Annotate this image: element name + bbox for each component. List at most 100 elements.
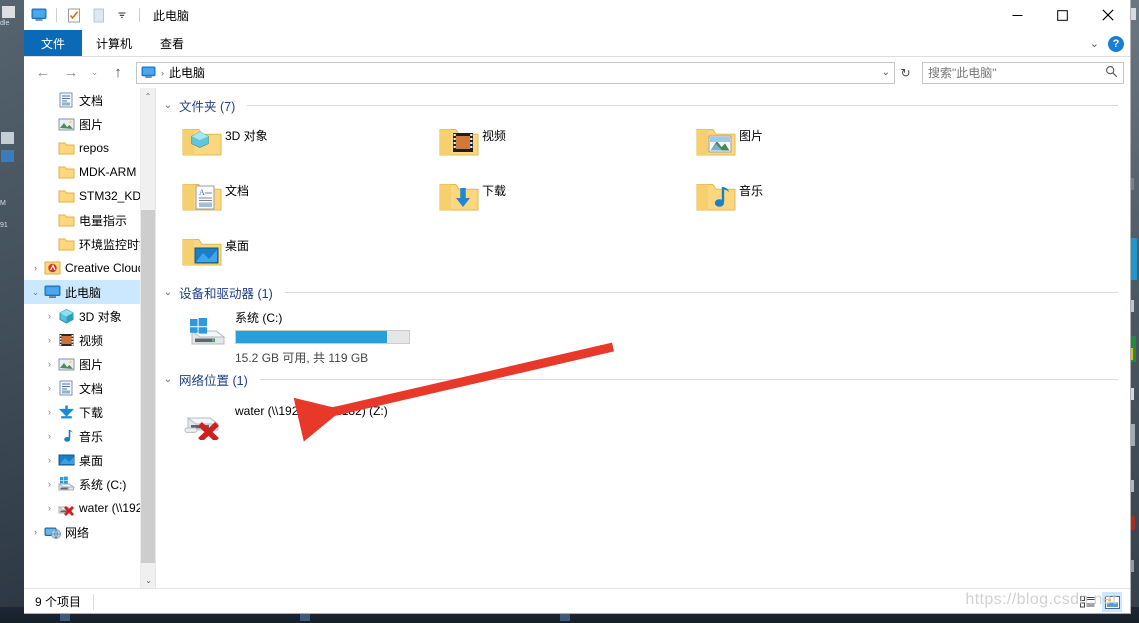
title-bar[interactable]: 此电脑 [24, 0, 1130, 30]
refresh-button[interactable]: ↻ [897, 61, 914, 85]
drive-item-system-c[interactable]: 系统 (C:) 15.2 GB 可用, 共 119 GB [156, 303, 1130, 365]
sidebar-item-16[interactable]: › 系统 (C:) [24, 472, 155, 496]
chevron-down-icon[interactable]: ⌄ [162, 100, 174, 111]
chevron-right-icon[interactable]: › [42, 407, 57, 417]
tab-computer[interactable]: 计算机 [82, 30, 146, 56]
3dobjects-icon [57, 308, 75, 324]
ribbon-tab-bar: 文件 计算机 查看 ⌄ ? [24, 30, 1130, 57]
sidebar-item-3[interactable]: MDK-ARM [24, 160, 155, 184]
sidebar-item-8[interactable]: ⌄ 此电脑 [24, 280, 155, 304]
desktop-icon[interactable] [1, 132, 14, 144]
folder-downloads-icon [436, 175, 482, 211]
sidebar-item-2[interactable]: repos [24, 136, 155, 160]
desktop-icon[interactable] [2, 6, 15, 18]
breadcrumb-this-pc[interactable]: 此电脑 [169, 64, 205, 81]
folder-tile[interactable]: 音乐 [693, 171, 950, 226]
navigation-pane[interactable]: 文档图片 reposMDK-ARMSTM32_KD2679电量指示环境监控时钟›C… [24, 88, 156, 588]
sidebar-item-4[interactable]: STM32_KD2679 [24, 184, 155, 208]
sidebar-item-9[interactable]: › 3D 对象 [24, 304, 155, 328]
sidebar-item-12[interactable]: › 文档 [24, 376, 155, 400]
chevron-right-icon[interactable]: › [28, 527, 43, 537]
maximize-button[interactable] [1040, 0, 1085, 30]
sidebar-item-13[interactable]: › 下载 [24, 400, 155, 424]
sidebar-item-7[interactable]: › Creative Cloud F [24, 256, 155, 280]
sidebar-item-0[interactable]: 文档 [24, 88, 155, 112]
tab-computer-label: 计算机 [96, 36, 133, 51]
customize-dropdown-icon[interactable] [112, 5, 132, 25]
sidebar-item-15[interactable]: › 桌面 [24, 448, 155, 472]
chevron-right-icon[interactable]: › [28, 263, 43, 273]
chevron-down-icon[interactable]: ⌄ [162, 374, 174, 385]
navigation-tree[interactable]: 文档图片 reposMDK-ARMSTM32_KD2679电量指示环境监控时钟›C… [24, 88, 155, 544]
desktop-icon[interactable] [1, 150, 14, 162]
back-button[interactable]: ← [30, 61, 56, 85]
item-count-label: 9 个项目 [35, 595, 82, 609]
chevron-down-icon[interactable]: ⌄ [1090, 37, 1099, 50]
sidebar-item-11[interactable]: › 图片 [24, 352, 155, 376]
chevron-right-icon[interactable]: › [42, 455, 57, 465]
new-folder-icon[interactable] [88, 5, 108, 25]
this-pc-icon[interactable] [29, 5, 49, 25]
search-icon[interactable] [1105, 65, 1118, 81]
properties-icon[interactable] [64, 5, 84, 25]
breadcrumb-separator[interactable]: › [161, 68, 164, 78]
group-header-folders[interactable]: ⌄ 文件夹 (7) [156, 94, 1130, 116]
folder-tile[interactable]: 3D 对象 [179, 116, 436, 171]
forward-button[interactable]: → [58, 61, 84, 85]
chevron-down-icon[interactable]: ⌄ [162, 287, 174, 298]
desktop-icon [57, 452, 75, 468]
folder-tile[interactable]: 桌面 [179, 226, 436, 281]
folder-tile[interactable]: 图片 [693, 116, 950, 171]
sidebar-item-6[interactable]: 环境监控时钟 [24, 232, 155, 256]
folder-tile[interactable]: 视频 [436, 116, 693, 171]
chevron-down-icon[interactable]: ⌄ [882, 67, 890, 78]
sidebar-item-label: 图片 [79, 117, 104, 132]
drive-icon [57, 476, 75, 492]
sidebar-item-18[interactable]: › 网络 [24, 520, 155, 544]
scroll-up-arrow[interactable]: ⌃ [141, 88, 155, 104]
minimize-button[interactable] [995, 0, 1040, 30]
group-header-drives[interactable]: ⌄ 设备和驱动器 (1) [156, 281, 1130, 303]
chevron-right-icon[interactable]: › [42, 503, 57, 513]
folder-tile-list[interactable]: 3D 对象 视频 图片 A 文档 下载 音乐桌面 [156, 116, 1130, 281]
tab-view[interactable]: 查看 [146, 30, 198, 56]
chevron-right-icon[interactable]: › [42, 359, 57, 369]
sidebar-item-5[interactable]: 电量指示 [24, 208, 155, 232]
chevron-right-icon[interactable]: › [42, 431, 57, 441]
creative-cloud-icon [43, 260, 61, 276]
scroll-down-arrow[interactable]: ⌄ [141, 572, 155, 588]
search-input[interactable]: 搜索"此电脑" [928, 64, 1105, 81]
content-pane[interactable]: ⌄ 文件夹 (7) 3D 对象 视频 图片 A 文档 下载 音乐桌面 ⌄ 设备和驱动器 (1… [156, 88, 1130, 588]
folder-tile[interactable]: 下载 [436, 171, 693, 226]
chevron-right-icon[interactable]: › [42, 311, 57, 321]
address-bar[interactable]: › 此电脑 ⌄ [136, 61, 895, 84]
network-drive-item-water[interactable]: water (\\192.168.31.182) (Z:) [156, 390, 1130, 446]
search-box[interactable]: 搜索"此电脑" [922, 61, 1124, 84]
help-icon[interactable]: ? [1108, 35, 1124, 52]
chevron-right-icon[interactable]: › [42, 383, 57, 393]
up-button[interactable]: ↑ [105, 61, 131, 85]
sidebar-item-label: 音乐 [79, 429, 104, 444]
chevron-down-icon[interactable]: ⌄ [28, 287, 43, 298]
close-button[interactable] [1085, 0, 1130, 30]
tab-file[interactable]: 文件 [24, 30, 83, 56]
netdrive-error-icon [57, 500, 75, 516]
watermark-text: https://blog.csdn.net [965, 591, 1117, 608]
sidebar-item-label: 视频 [79, 333, 104, 348]
this-pc-icon [43, 284, 61, 300]
sidebar-item-1[interactable]: 图片 [24, 112, 155, 136]
sidebar-item-label: 桌面 [79, 453, 104, 468]
sidebar-item-17[interactable]: › water (\\192.16 [24, 496, 155, 520]
folder-tile[interactable]: A 文档 [179, 171, 436, 226]
sidebar-item-14[interactable]: › 音乐 [24, 424, 155, 448]
folder-icon [57, 164, 75, 180]
sidebar-item-10[interactable]: › 视频 [24, 328, 155, 352]
chevron-right-icon[interactable]: › [42, 335, 57, 345]
chevron-right-icon[interactable]: › [42, 479, 57, 489]
scrollbar-thumb[interactable] [141, 210, 155, 563]
navigation-scrollbar[interactable]: ⌃ ⌄ [140, 88, 155, 588]
sidebar-item-label: 3D 对象 [79, 309, 122, 324]
recent-locations-button[interactable]: ⌄ [86, 61, 103, 85]
network-drive-label: water (\\192.168.31.182) (Z:) [235, 404, 388, 418]
group-header-network[interactable]: ⌄ 网络位置 (1) [156, 368, 1130, 390]
